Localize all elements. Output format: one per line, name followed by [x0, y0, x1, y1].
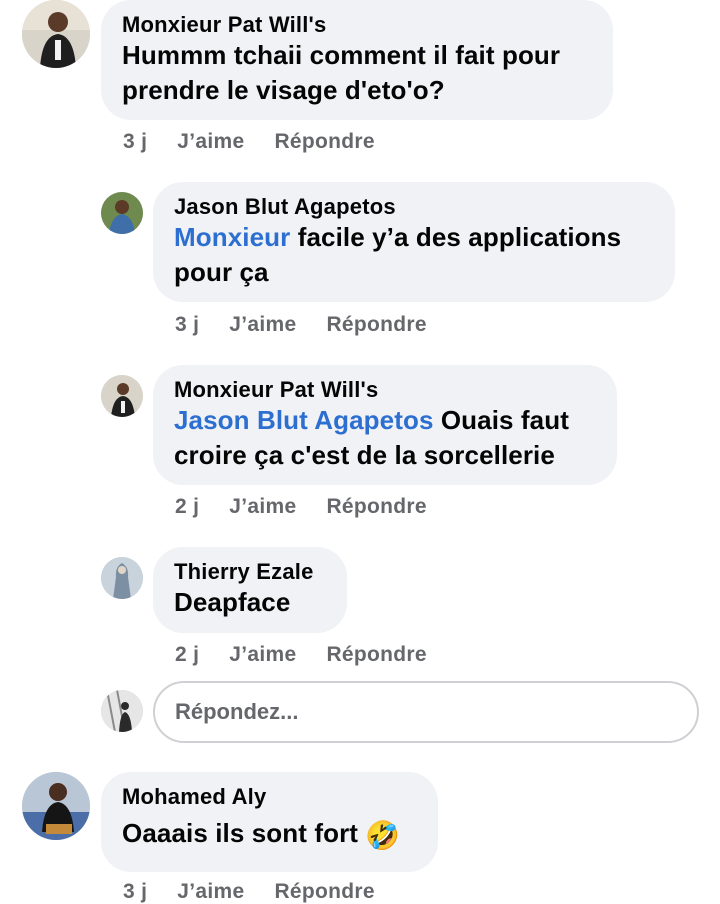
comment-author[interactable]: Monxieur Pat Will's: [174, 377, 595, 403]
comment-actions: 2 j J’aime Répondre: [175, 643, 427, 667]
reply-button[interactable]: Répondre: [274, 130, 374, 154]
comment-actions: 2 j J’aime Répondre: [175, 495, 427, 519]
like-button[interactable]: J’aime: [177, 130, 244, 154]
reply-button[interactable]: Répondre: [274, 880, 374, 904]
avatar[interactable]: [101, 192, 143, 234]
reply-input[interactable]: Répondez...: [153, 681, 699, 743]
comment-time: 2 j: [175, 495, 200, 518]
reply-button[interactable]: Répondre: [326, 495, 426, 519]
like-button[interactable]: J’aime: [229, 313, 296, 337]
comment-bubble: Mohamed Aly Oaaais ils sont fort 🤣: [101, 772, 438, 872]
like-button[interactable]: J’aime: [229, 643, 296, 667]
current-user-avatar: [101, 690, 143, 732]
comment-bubble: Jason Blut Agapetos Monxieur facile y’a …: [153, 182, 675, 302]
comment-author[interactable]: Thierry Ezale: [174, 559, 325, 585]
comment-actions: 3 j J’aime Répondre: [123, 880, 375, 904]
comment-actions: 3 j J’aime Répondre: [123, 130, 375, 154]
comment-time: 3 j: [175, 313, 200, 336]
avatar[interactable]: [22, 0, 90, 68]
mention-link[interactable]: Monxieur: [174, 222, 290, 252]
comment-time: 3 j: [123, 880, 148, 903]
reply-button[interactable]: Répondre: [326, 313, 426, 337]
comment-text: Monxieur facile y’a des applications pou…: [174, 222, 622, 287]
comment-time: 2 j: [175, 643, 200, 666]
rofl-emoji: 🤣: [365, 820, 401, 851]
comment-text: Deapface: [174, 587, 291, 617]
comment-actions: 3 j J’aime Répondre: [175, 313, 427, 337]
mention-link[interactable]: Jason Blut Agapetos: [174, 405, 434, 435]
like-button[interactable]: J’aime: [229, 495, 296, 519]
comment-bubble: Monxieur Pat Will's Hummm tchaii comment…: [101, 0, 613, 120]
reply-button[interactable]: Répondre: [326, 643, 426, 667]
comment-author[interactable]: Mohamed Aly: [122, 784, 416, 810]
comment-text: Jason Blut Agapetos Ouais faut croire ça…: [174, 405, 569, 470]
comment-author[interactable]: Jason Blut Agapetos: [174, 194, 653, 220]
comment-time: 3 j: [123, 130, 148, 153]
comment-author[interactable]: Monxieur Pat Will's: [122, 12, 591, 38]
avatar[interactable]: [101, 375, 143, 417]
comment-text: Oaaais ils sont fort 🤣: [122, 818, 401, 851]
comment-text: Hummm tchaii comment il fait pour prendr…: [122, 40, 561, 105]
reply-placeholder: Répondez...: [175, 699, 299, 724]
comment-bubble: Monxieur Pat Will's Jason Blut Agapetos …: [153, 365, 617, 485]
comment-bubble: Thierry Ezale Deapface: [153, 547, 347, 633]
like-button[interactable]: J’aime: [177, 880, 244, 904]
avatar[interactable]: [101, 557, 143, 599]
avatar[interactable]: [22, 772, 90, 840]
